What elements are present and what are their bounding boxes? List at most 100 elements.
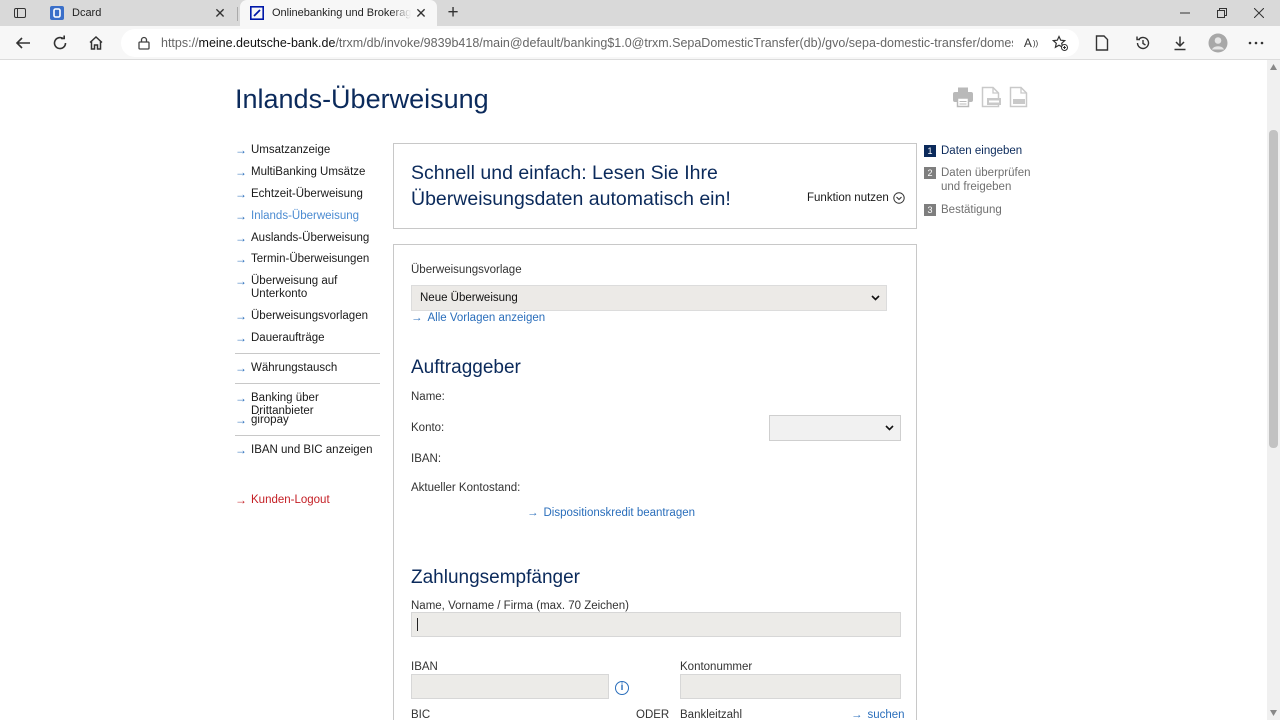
nav-label: MultiBanking Umsätze — [251, 166, 366, 178]
tab-close-icon[interactable]: ✕ — [210, 5, 230, 22]
nav-item-giropay[interactable]: → giropay — [235, 414, 289, 427]
nav-label: Überweisung auf Unterkonto — [251, 275, 338, 300]
tab-actions-button[interactable] — [10, 4, 30, 22]
bank-search-link[interactable]: → suchen — [851, 709, 905, 720]
sender-iban-label: IBAN: — [411, 453, 442, 465]
tab-title: Dcard — [72, 7, 102, 19]
step-label: Bestätigung — [941, 204, 1002, 216]
deutsche-bank-favicon — [250, 6, 264, 20]
link-label: Dispositionskredit beantragen — [543, 507, 696, 519]
nav-item-ueberweisungsvorlagen[interactable]: → Überweisungsvorlagen — [235, 310, 368, 323]
info-icon[interactable]: i — [615, 681, 629, 695]
reload-button[interactable] — [48, 31, 72, 55]
history-button[interactable] — [1131, 31, 1155, 55]
nav-divider — [235, 435, 380, 436]
nav-label: Echtzeit-Überweisung — [251, 188, 363, 200]
step-number: 2 — [924, 167, 936, 179]
step-label: Daten überprüfen und freigeben — [941, 167, 1031, 193]
template-select-value: Neue Überweisung — [420, 292, 518, 304]
scrollbar-thumb[interactable] — [1269, 130, 1278, 448]
chevron-down-circle-icon — [893, 192, 905, 204]
nav-item-termin-ueberweisungen[interactable]: → Termin-Überweisungen — [235, 253, 369, 266]
nav-item-auslands-ueberweisung[interactable]: → Auslands-Überweisung — [235, 232, 369, 245]
nav-label: Umsatzanzeige — [251, 144, 331, 156]
arrow-right-icon: → — [527, 507, 539, 519]
step-3: 3 Bestätigung — [924, 203, 1002, 217]
profile-button[interactable] — [1206, 31, 1230, 55]
link-label: suchen — [867, 709, 905, 720]
read-aloud-button[interactable]: A)) — [1022, 35, 1040, 51]
nav-item-dauerauftraege[interactable]: → Daueraufträge — [235, 332, 325, 345]
logout-link[interactable]: → Kunden-Logout — [235, 494, 330, 507]
print-icon[interactable] — [952, 86, 974, 108]
recipient-iban-label: IBAN — [411, 661, 438, 673]
back-arrow-icon — [15, 37, 30, 49]
nav-label: Auslands-Überweisung — [251, 232, 370, 244]
back-button[interactable] — [11, 31, 35, 55]
account-number-label: Kontonummer — [680, 661, 753, 673]
recipient-bic-label: BIC — [411, 709, 431, 720]
url-path: /trxm/db/invoke/9839b418/main@default/ba… — [335, 36, 1013, 50]
link-label: Alle Vorlagen anzeigen — [427, 312, 546, 324]
address-bar[interactable]: https://meine.deutsche-bank.de/trxm/db/i… — [121, 29, 1079, 57]
pdf-icon[interactable] — [980, 86, 1002, 108]
lock-icon — [138, 36, 150, 50]
recipient-iban-input[interactable] — [411, 674, 609, 699]
nav-label: giropay — [251, 414, 289, 426]
tab-actions-icon — [14, 8, 26, 18]
sender-heading: Auftraggeber — [411, 357, 521, 378]
nav-item-ueberweisung-unterkonto[interactable]: → Überweisung auf Unterkonto — [235, 275, 345, 301]
nav-label: IBAN und BIC anzeigen — [251, 444, 373, 456]
close-window-button[interactable] — [1240, 0, 1278, 26]
sender-account-select[interactable] — [769, 415, 901, 441]
menu-button[interactable] — [1244, 31, 1268, 55]
nav-item-iban-bic[interactable]: → IBAN und BIC anzeigen — [235, 444, 372, 457]
downloads-button[interactable] — [1168, 31, 1192, 55]
restore-button[interactable] — [1203, 0, 1241, 26]
nav-item-umsatzanzeige[interactable]: → Umsatzanzeige — [235, 144, 330, 157]
arrow-right-icon: → — [235, 252, 247, 266]
more-dots-icon — [1248, 41, 1264, 45]
minimize-button[interactable] — [1166, 0, 1204, 26]
account-number-input[interactable] — [680, 674, 901, 699]
close-icon — [1254, 8, 1264, 18]
tab-close-icon[interactable]: ✕ — [411, 5, 431, 22]
nav-item-echtzeit-ueberweisung[interactable]: → Echtzeit-Überweisung — [235, 188, 363, 201]
template-select[interactable]: Neue Überweisung — [411, 285, 887, 311]
text-caret — [417, 618, 418, 631]
history-icon — [1136, 36, 1150, 50]
arrow-right-icon: → — [851, 709, 863, 720]
new-tab-button[interactable]: + — [443, 3, 463, 23]
auto-read-promo: Schnell und einfach: Lesen Sie Ihre Über… — [393, 143, 917, 229]
collections-button[interactable] — [1090, 31, 1114, 55]
scroll-down-icon[interactable] — [1270, 710, 1277, 716]
nav-item-inlands-ueberweisung[interactable]: → Inlands-Überweisung — [235, 210, 359, 223]
export-icon[interactable] — [1008, 86, 1030, 108]
overdraft-link[interactable]: → Dispositionskredit beantragen — [527, 507, 695, 519]
page-scrollbar[interactable] — [1267, 60, 1280, 720]
url-text: https://meine.deutsche-bank.de/trxm/db/i… — [161, 36, 1013, 50]
tab-title: Onlinebanking und Brokerage der Deutsche… — [272, 7, 411, 19]
step-1: 1 Daten eingeben — [924, 144, 1022, 158]
nav-item-waehrungstausch[interactable]: → Währungstausch — [235, 362, 337, 375]
tab-dcard[interactable]: Dcard ✕ — [40, 0, 236, 26]
favorites-add-button[interactable] — [1051, 35, 1069, 51]
step-2: 2 Daten überprüfen und freigeben — [924, 166, 1034, 194]
tab-deutsche-bank[interactable]: Onlinebanking und Brokerage der Deutsche… — [240, 0, 437, 26]
page-icon — [1095, 35, 1109, 51]
nav-label: Währungstausch — [251, 362, 338, 374]
recipient-name-input[interactable] — [411, 612, 901, 637]
sender-balance-label: Aktueller Kontostand: — [411, 482, 521, 494]
all-templates-link[interactable]: → Alle Vorlagen anzeigen — [411, 312, 545, 324]
scroll-up-icon[interactable] — [1270, 64, 1277, 70]
arrow-right-icon: → — [235, 493, 247, 507]
function-use-button[interactable]: Funktion nutzen — [807, 192, 905, 204]
arrow-right-icon: → — [235, 361, 247, 375]
arrow-right-icon: → — [235, 274, 247, 288]
nav-divider — [235, 383, 380, 384]
nav-item-multibanking-umsaetze[interactable]: → MultiBanking Umsätze — [235, 166, 365, 179]
or-label: ODER — [636, 709, 670, 720]
home-button[interactable] — [84, 31, 108, 55]
nav-label: Überweisungsvorlagen — [251, 310, 368, 322]
arrow-right-icon: → — [235, 331, 247, 345]
